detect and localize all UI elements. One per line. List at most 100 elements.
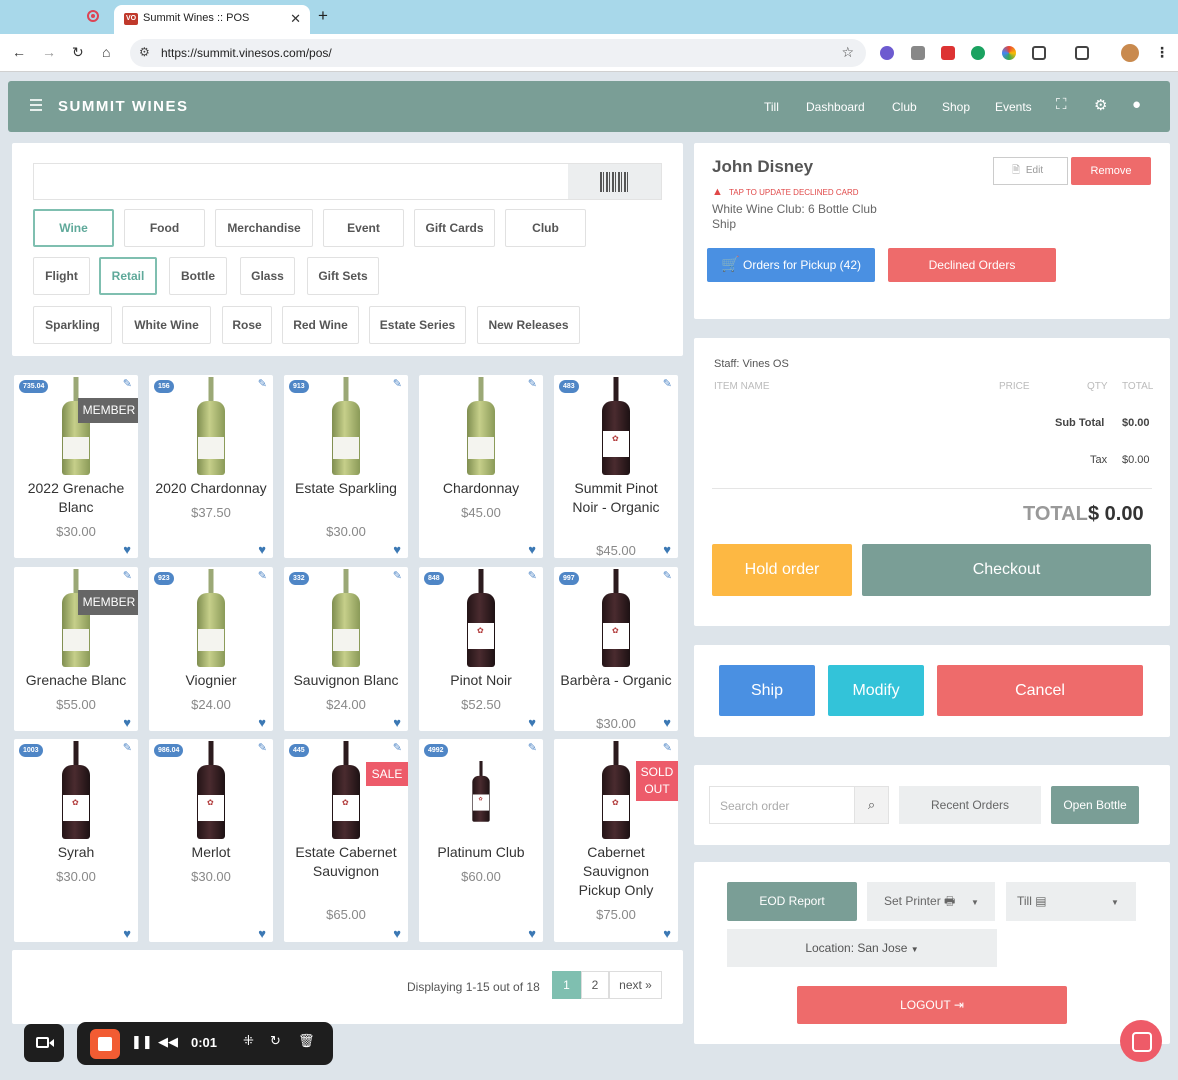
category-gift-cards[interactable]: Gift Cards [414,209,495,247]
cancel-button[interactable]: Cancel [937,665,1143,716]
reload-icon[interactable]: ↻ [72,44,84,61]
favorite-heart-icon[interactable]: ♥ [528,926,536,941]
rewind-icon[interactable]: ◀◀ [158,1034,178,1050]
favorite-heart-icon[interactable]: ♥ [663,542,671,557]
edit-customer-button[interactable]: 🗎 Edit [993,157,1068,185]
product-card[interactable]: ✎ Chardonnay $45.00 ♥ [419,375,543,558]
chat-support-icon[interactable] [1120,1020,1162,1062]
grid-icon[interactable]: ⁜ [243,1033,254,1049]
product-search-input[interactable] [33,163,662,200]
category-glass[interactable]: Glass [240,257,295,295]
extensions-puzzle-icon[interactable] [1032,46,1046,60]
favorite-heart-icon[interactable]: ♥ [528,542,536,557]
pause-icon[interactable]: ❚❚ [131,1034,153,1050]
favorite-heart-icon[interactable]: ♥ [258,542,266,557]
category-food[interactable]: Food [124,209,205,247]
remove-customer-button[interactable]: Remove [1071,157,1151,185]
category-new-releases[interactable]: New Releases [477,306,580,344]
favorite-heart-icon[interactable]: ♥ [393,715,401,730]
back-icon[interactable]: ← [12,44,26,60]
nav-club[interactable]: Club [892,100,917,114]
settings-gear-icon[interactable]: ⚙ [1094,96,1107,114]
edit-icon[interactable]: ✎ [258,569,267,582]
product-card[interactable]: 986.04 ✎ Merlot $30.00 ♥ [149,739,273,942]
edit-icon[interactable]: ✎ [258,377,267,390]
declined-orders-button[interactable]: Declined Orders [888,248,1056,282]
modify-button[interactable]: Modify [828,665,924,716]
extension-icon[interactable] [1002,46,1016,60]
edit-icon[interactable]: ✎ [123,569,132,582]
checkout-button[interactable]: Checkout [862,544,1151,596]
fullscreen-icon[interactable]: ⛶ [1056,96,1067,113]
favorite-heart-icon[interactable]: ♥ [123,542,131,557]
favorite-heart-icon[interactable]: ♥ [393,926,401,941]
product-card[interactable]: ✎ SOLD OUT Cabernet Sauvignon Pickup Only $… [554,739,678,942]
product-card[interactable]: 923 ✎ Viognier $24.00 ♥ [149,567,273,731]
product-card[interactable]: 997 ✎ Barbèra - Organic $30.00 ♥ [554,567,678,731]
forward-icon[interactable]: → [42,44,56,60]
edit-icon[interactable]: ✎ [393,569,402,582]
extension-icon[interactable] [971,46,985,60]
edit-icon[interactable]: ✎ [663,569,672,582]
favorite-heart-icon[interactable]: ♥ [663,715,671,730]
hold-order-button[interactable]: Hold order [712,544,852,596]
product-card[interactable]: 913 ✎ Estate Sparkling $30.00 ♥ [284,375,408,558]
restart-icon[interactable]: ↻ [270,1033,281,1049]
product-card[interactable]: ✎ MEMBER Grenache Blanc $55.00 ♥ [14,567,138,731]
trash-icon[interactable]: 🗑 [298,1033,315,1049]
category-flight[interactable]: Flight [33,257,90,295]
ship-button[interactable]: Ship [719,665,815,716]
edit-icon[interactable]: ✎ [663,377,672,390]
nav-shop[interactable]: Shop [942,100,970,114]
edit-icon[interactable]: ✎ [528,377,537,390]
edit-icon[interactable]: ✎ [123,377,132,390]
edit-icon[interactable]: ✎ [123,741,132,754]
category-estate-series[interactable]: Estate Series [369,306,466,344]
search-order-input[interactable]: Search order [709,786,855,824]
category-rose[interactable]: Rose [222,306,272,344]
favorite-heart-icon[interactable]: ♥ [123,926,131,941]
favorite-heart-icon[interactable]: ♥ [123,715,131,730]
edit-icon[interactable]: ✎ [663,741,672,754]
till-dropdown[interactable]: Till ▤ ▼ [1006,882,1136,921]
edit-icon[interactable]: ✎ [528,741,537,754]
product-card[interactable]: 848 ✎ Pinot Noir $52.50 ♥ [419,567,543,731]
profile-avatar[interactable] [1121,44,1139,62]
category-retail[interactable]: Retail [99,257,157,295]
favorite-heart-icon[interactable]: ♥ [528,715,536,730]
new-tab-button[interactable]: + [318,6,328,26]
home-icon[interactable]: ⌂ [102,44,110,60]
extension-icon[interactable] [941,46,955,60]
menu-icon[interactable] [30,99,42,114]
nav-till[interactable]: Till [764,100,779,114]
url-text[interactable]: https://summit.vinesos.com/pos/ [161,46,332,60]
product-card[interactable]: 4992 ✎ Platinum Club $60.00 ♥ [419,739,543,942]
barcode-scan-button[interactable] [568,164,661,199]
camera-toggle-button[interactable] [24,1024,64,1062]
favorite-heart-icon[interactable]: ♥ [663,926,671,941]
tab-close-icon[interactable]: ✕ [290,11,301,27]
browser-tab[interactable]: VO Summit Wines :: POS ✕ [114,5,310,34]
category-bottle[interactable]: Bottle [169,257,227,295]
category-red-wine[interactable]: Red Wine [282,306,359,344]
nav-events[interactable]: Events [995,100,1032,114]
bookmark-star-icon[interactable]: ☆ [841,44,854,61]
search-icon[interactable]: ⌕ [854,786,889,824]
user-icon[interactable]: ● [1132,96,1141,113]
next-page-button[interactable]: next » [609,971,662,999]
product-card[interactable]: 156 ✎ 2020 Chardonnay $37.50 ♥ [149,375,273,558]
set-printer-dropdown[interactable]: Set Printer 🖶 ▼ [867,882,995,921]
category-gift-sets[interactable]: Gift Sets [307,257,379,295]
tab-search-icon[interactable] [1075,46,1089,60]
logout-button[interactable]: LOGOUT ⇥ [797,986,1067,1024]
product-card[interactable]: 483 ✎ Summit Pinot Noir - Organic $45.00 ♥ [554,375,678,558]
extension-icon[interactable] [880,46,894,60]
product-card[interactable]: 445 ✎ SALE Estate Cabernet Sauvignon $65.00 ♥ [284,739,408,942]
stop-recording-button[interactable] [90,1029,120,1059]
product-card[interactable]: 332 ✎ Sauvignon Blanc $24.00 ♥ [284,567,408,731]
product-card[interactable]: 1003 ✎ Syrah $30.00 ♥ [14,739,138,942]
category-event[interactable]: Event [323,209,404,247]
edit-icon[interactable]: ✎ [528,569,537,582]
extension-icon[interactable] [911,46,925,60]
page-2-button[interactable]: 2 [581,971,609,999]
